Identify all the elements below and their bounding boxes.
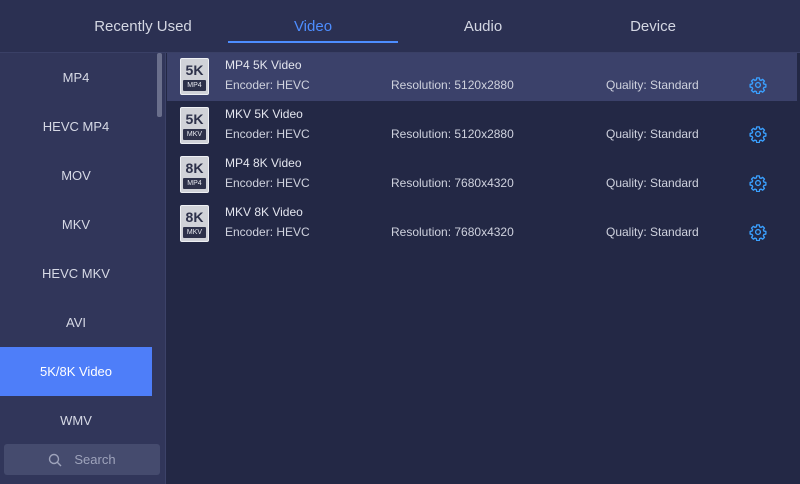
tab-video[interactable]: Video [228,0,398,53]
preset-encoder: Encoder: HEVC [225,127,310,141]
badge-format: MP4 [183,80,206,91]
preset-resolution: Resolution: 5120x2880 [391,127,514,141]
gear-icon[interactable] [749,125,767,143]
format-category-list: MP4 HEVC MP4 MOV MKV HEVC MKV AVI 5K/8K … [0,53,152,445]
search-icon [49,453,62,466]
resolution-badge-icon: 5K MKV [180,107,209,144]
sidebar-item-mkv[interactable]: MKV [0,200,152,249]
sidebar-item-wmv[interactable]: WMV [0,396,152,445]
badge-format: MP4 [183,178,206,189]
badge-resolution: 8K [185,209,204,225]
sidebar-item-hevc-mp4[interactable]: HEVC MP4 [0,102,152,151]
tab-device[interactable]: Device [568,0,738,53]
preset-row-mkv-5k[interactable]: 5K MKV MKV 5K Video Encoder: HEVC Resolu… [167,102,797,150]
preset-encoder: Encoder: HEVC [225,176,310,190]
gear-icon[interactable] [749,76,767,94]
sidebar-item-avi[interactable]: AVI [0,298,152,347]
badge-format: MKV [183,129,206,140]
sidebar-item-hevc-mkv[interactable]: HEVC MKV [0,249,152,298]
preset-encoder: Encoder: HEVC [225,78,310,92]
resolution-badge-icon: 8K MP4 [180,156,209,193]
sidebar-scrollbar[interactable] [157,53,162,117]
resolution-badge-icon: 8K MKV [180,205,209,242]
preset-title: MKV 5K Video [225,107,303,121]
search-placeholder: Search [74,452,116,467]
badge-resolution: 8K [185,160,204,176]
preset-resolution: Resolution: 7680x4320 [391,176,514,190]
preset-resolution: Resolution: 7680x4320 [391,225,514,239]
format-sidebar: MP4 HEVC MP4 MOV MKV HEVC MKV AVI 5K/8K … [0,53,166,484]
preset-title: MKV 8K Video [225,205,303,219]
gear-icon[interactable] [749,174,767,192]
tab-recently-used[interactable]: Recently Used [58,0,228,53]
preset-title: MP4 5K Video [225,58,302,72]
tab-audio[interactable]: Audio [398,0,568,53]
sidebar-item-mov[interactable]: MOV [0,151,152,200]
preset-row-mkv-8k[interactable]: 8K MKV MKV 8K Video Encoder: HEVC Resolu… [167,200,797,248]
preset-title: MP4 8K Video [225,156,302,170]
gear-icon[interactable] [749,223,767,241]
sidebar-item-5k-8k-video[interactable]: 5K/8K Video [0,347,152,396]
preset-list: 5K MP4 MP4 5K Video Encoder: HEVC Resolu… [167,53,800,484]
preset-quality: Quality: Standard [606,225,699,239]
preset-row-mp4-5k[interactable]: 5K MP4 MP4 5K Video Encoder: HEVC Resolu… [167,53,797,101]
preset-row-mp4-8k[interactable]: 8K MP4 MP4 8K Video Encoder: HEVC Resolu… [167,151,797,199]
badge-resolution: 5K [185,62,204,78]
search-input[interactable]: Search [4,444,160,475]
preset-quality: Quality: Standard [606,78,699,92]
badge-resolution: 5K [185,111,204,127]
preset-quality: Quality: Standard [606,176,699,190]
badge-format: MKV [183,227,206,238]
preset-resolution: Resolution: 5120x2880 [391,78,514,92]
preset-quality: Quality: Standard [606,127,699,141]
preset-encoder: Encoder: HEVC [225,225,310,239]
sidebar-item-mp4[interactable]: MP4 [0,53,152,102]
resolution-badge-icon: 5K MP4 [180,58,209,95]
format-tabs: Recently Used Video Audio Device [0,0,800,53]
